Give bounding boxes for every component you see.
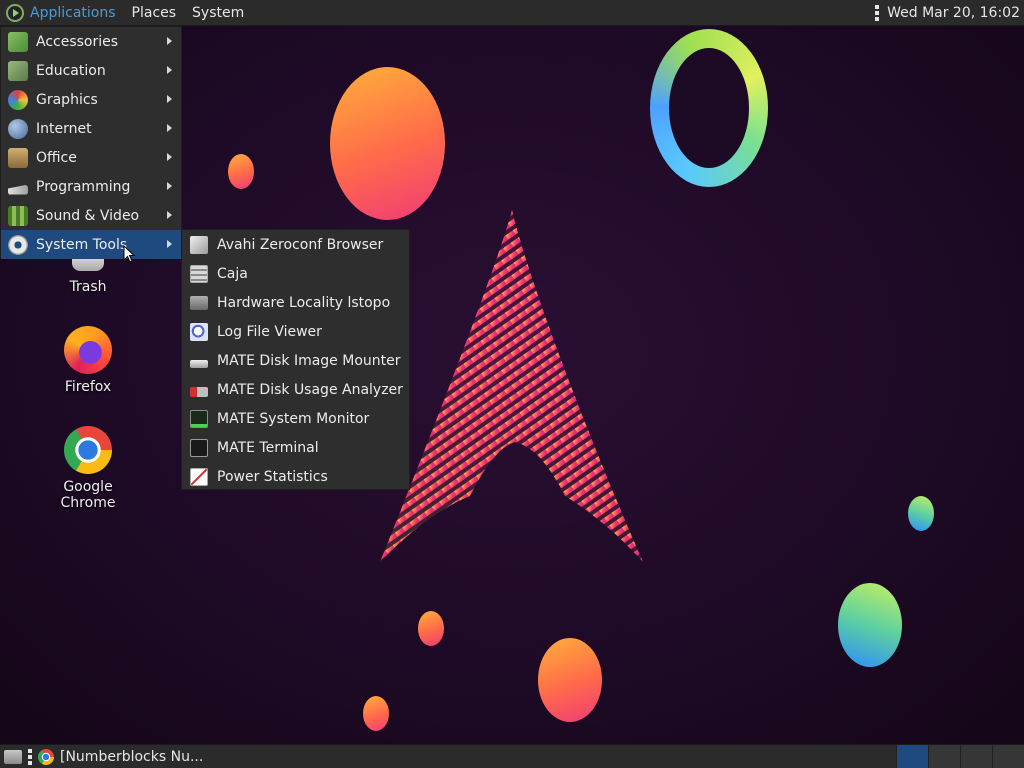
workspace-switcher [896,744,1024,768]
trash-bin-graphic [72,257,104,271]
chrome-icon [64,426,112,474]
menu-item-label: System Tools [36,236,128,253]
panel-handle-icon[interactable] [28,748,32,765]
desktop-icon-firefox[interactable]: Firefox [33,326,143,396]
submenu-arrow-icon [167,66,172,74]
bottom-panel: [Numberblocks Nu... [0,744,1024,768]
wallpaper-orb [228,154,254,189]
log-viewer-icon [190,322,208,341]
chrome-icon [38,748,54,765]
submenu-item-label: Power Statistics [217,468,328,485]
mate-logo-icon [6,3,24,22]
taskbar-window-title: [Numberblocks Nu... [60,748,204,765]
power-stats-icon [190,467,208,486]
panel-handle-icon[interactable] [875,4,880,21]
taskbar-window-button[interactable]: [Numberblocks Nu... [38,745,209,768]
submenu-arrow-icon [167,153,172,161]
submenu-arrow-icon [167,240,172,248]
menu-item-label: Education [36,62,106,79]
menu-item-programming[interactable]: Programming [1,172,181,201]
menu-item-label: Sound & Video [36,207,140,224]
applications-menu-label: Applications [30,4,116,21]
submenu-item-label: MATE Disk Image Mounter [217,352,401,369]
desktop-icon-label: Firefox [64,379,112,395]
wallpaper-orb [418,611,444,646]
arch-logo [380,210,643,562]
submenu-item-label: Caja [217,265,248,282]
menu-item-label: Accessories [36,33,119,50]
workspace-1[interactable] [896,744,928,768]
menu-item-system-tools[interactable]: System Tools [1,230,181,259]
office-icon [8,147,28,168]
menu-item-education[interactable]: Education [1,56,181,85]
workspace-2[interactable] [928,744,960,768]
wallpaper-orb [908,496,934,531]
submenu-arrow-icon [167,37,172,45]
menu-item-label: Graphics [36,91,98,108]
menu-item-office[interactable]: Office [1,143,181,172]
menu-item-sound-video[interactable]: Sound & Video [1,201,181,230]
menu-item-label: Internet [36,120,92,137]
submenu-item-avahi[interactable]: Avahi Zeroconf Browser [182,230,409,259]
wallpaper-orb [838,583,902,667]
workspace-4[interactable] [992,744,1024,768]
submenu-item-system-monitor[interactable]: MATE System Monitor [182,404,409,433]
wallpaper-orb [330,67,445,220]
menu-item-internet[interactable]: Internet [1,114,181,143]
submenu-arrow-icon [167,95,172,103]
menu-item-accessories[interactable]: Accessories [1,27,181,56]
wallpaper-orb [363,696,389,731]
submenu-item-label: MATE System Monitor [217,410,370,427]
system-monitor-icon [190,409,208,428]
submenu-item-caja[interactable]: Caja [182,259,409,288]
clock[interactable]: Wed Mar 20, 16:02 [887,0,1024,26]
desktop-icon-chrome[interactable]: Google Chrome [33,426,143,512]
submenu-item-log-viewer[interactable]: Log File Viewer [182,317,409,346]
menu-item-label: Programming [36,178,131,195]
hardware-icon [190,295,208,310]
system-menu[interactable]: System [184,0,252,26]
top-panel: Applications Places System Wed Mar 20, 1… [0,0,1024,26]
accessories-icon [8,31,28,52]
submenu-item-label: Avahi Zeroconf Browser [217,236,384,253]
applications-menu[interactable]: Applications [0,0,124,26]
submenu-item-terminal[interactable]: MATE Terminal [182,433,409,462]
disk-usage-icon [190,387,208,397]
submenu-item-label: MATE Disk Usage Analyzer [217,381,403,398]
submenu-arrow-icon [167,211,172,219]
file-manager-icon [190,264,208,283]
wallpaper-ring [650,29,768,187]
desktop-icon-label: Google Chrome [60,479,116,511]
submenu-item-label: MATE Terminal [217,439,319,456]
show-desktop-button[interactable] [0,745,26,768]
menu-item-graphics[interactable]: Graphics [1,85,181,114]
education-icon [8,60,28,81]
internet-icon [8,118,28,139]
show-desktop-icon [4,749,22,764]
submenu-arrow-icon [167,124,172,132]
places-menu[interactable]: Places [124,0,185,26]
applications-dropdown: Accessories Education Graphics Internet … [0,26,182,259]
graphics-icon [8,89,28,110]
submenu-item-label: Hardware Locality lstopo [217,294,391,311]
submenu-item-power-statistics[interactable]: Power Statistics [182,462,409,491]
desktop-icon-label: Trash [69,279,107,295]
submenu-item-disk-usage[interactable]: MATE Disk Usage Analyzer [182,375,409,404]
submenu-item-label: Log File Viewer [217,323,322,340]
submenu-arrow-icon [167,182,172,190]
programming-icon [8,184,28,195]
submenu-item-lstopo[interactable]: Hardware Locality lstopo [182,288,409,317]
submenu-item-disk-mounter[interactable]: MATE Disk Image Mounter [182,346,409,375]
menu-item-label: Office [36,149,77,166]
sound-video-icon [8,205,28,226]
workspace-3[interactable] [960,744,992,768]
disk-mounter-icon [190,359,208,368]
system-tools-submenu: Avahi Zeroconf Browser Caja Hardware Loc… [181,229,410,490]
firefox-icon [64,326,112,374]
terminal-icon [190,438,208,457]
mouse-pointer-icon [123,245,135,263]
avahi-icon [190,235,208,254]
wallpaper-orb [538,638,602,722]
gear-icon [8,234,28,255]
